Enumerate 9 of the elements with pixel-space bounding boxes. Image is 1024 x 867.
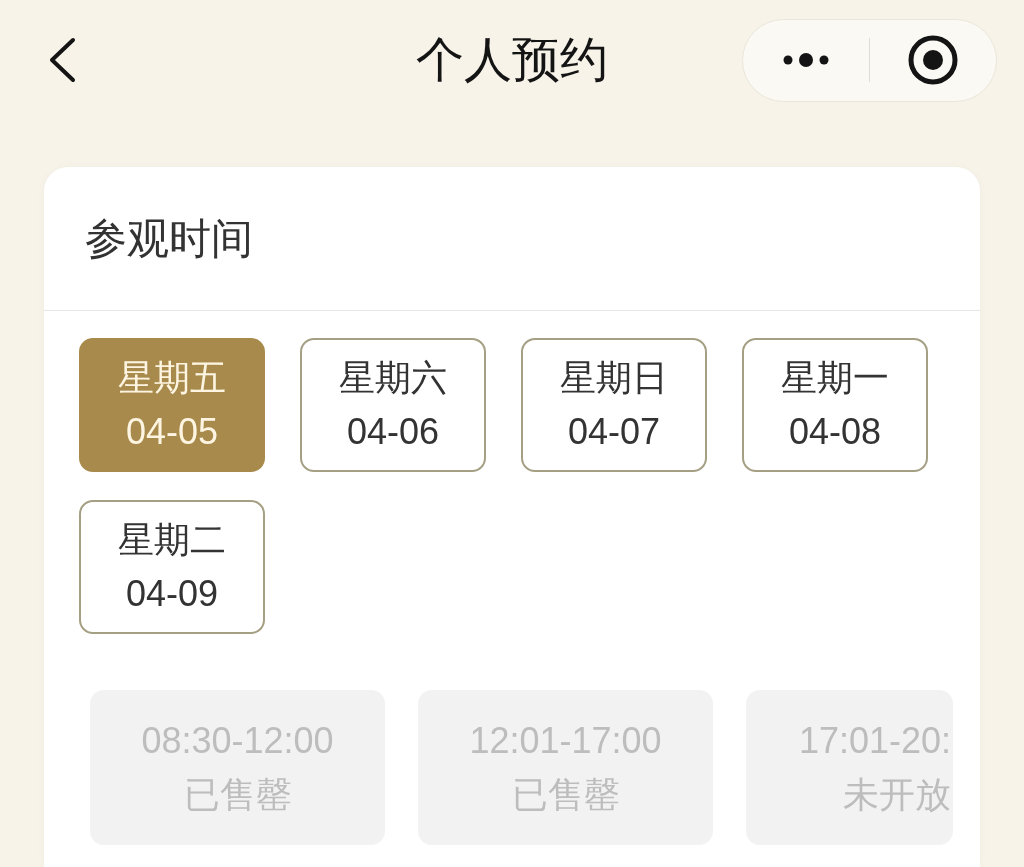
target-icon	[908, 35, 958, 85]
date-option[interactable]: 星期二 04-09	[79, 500, 265, 634]
date-option[interactable]: 星期一 04-08	[742, 338, 928, 472]
date-option[interactable]: 星期日 04-07	[521, 338, 707, 472]
chevron-left-icon	[48, 37, 76, 83]
date-option[interactable]: 星期六 04-06	[300, 338, 486, 472]
more-icon	[783, 52, 829, 68]
page-title: 个人预约	[416, 32, 608, 88]
section-title: 参观时间	[85, 213, 253, 264]
